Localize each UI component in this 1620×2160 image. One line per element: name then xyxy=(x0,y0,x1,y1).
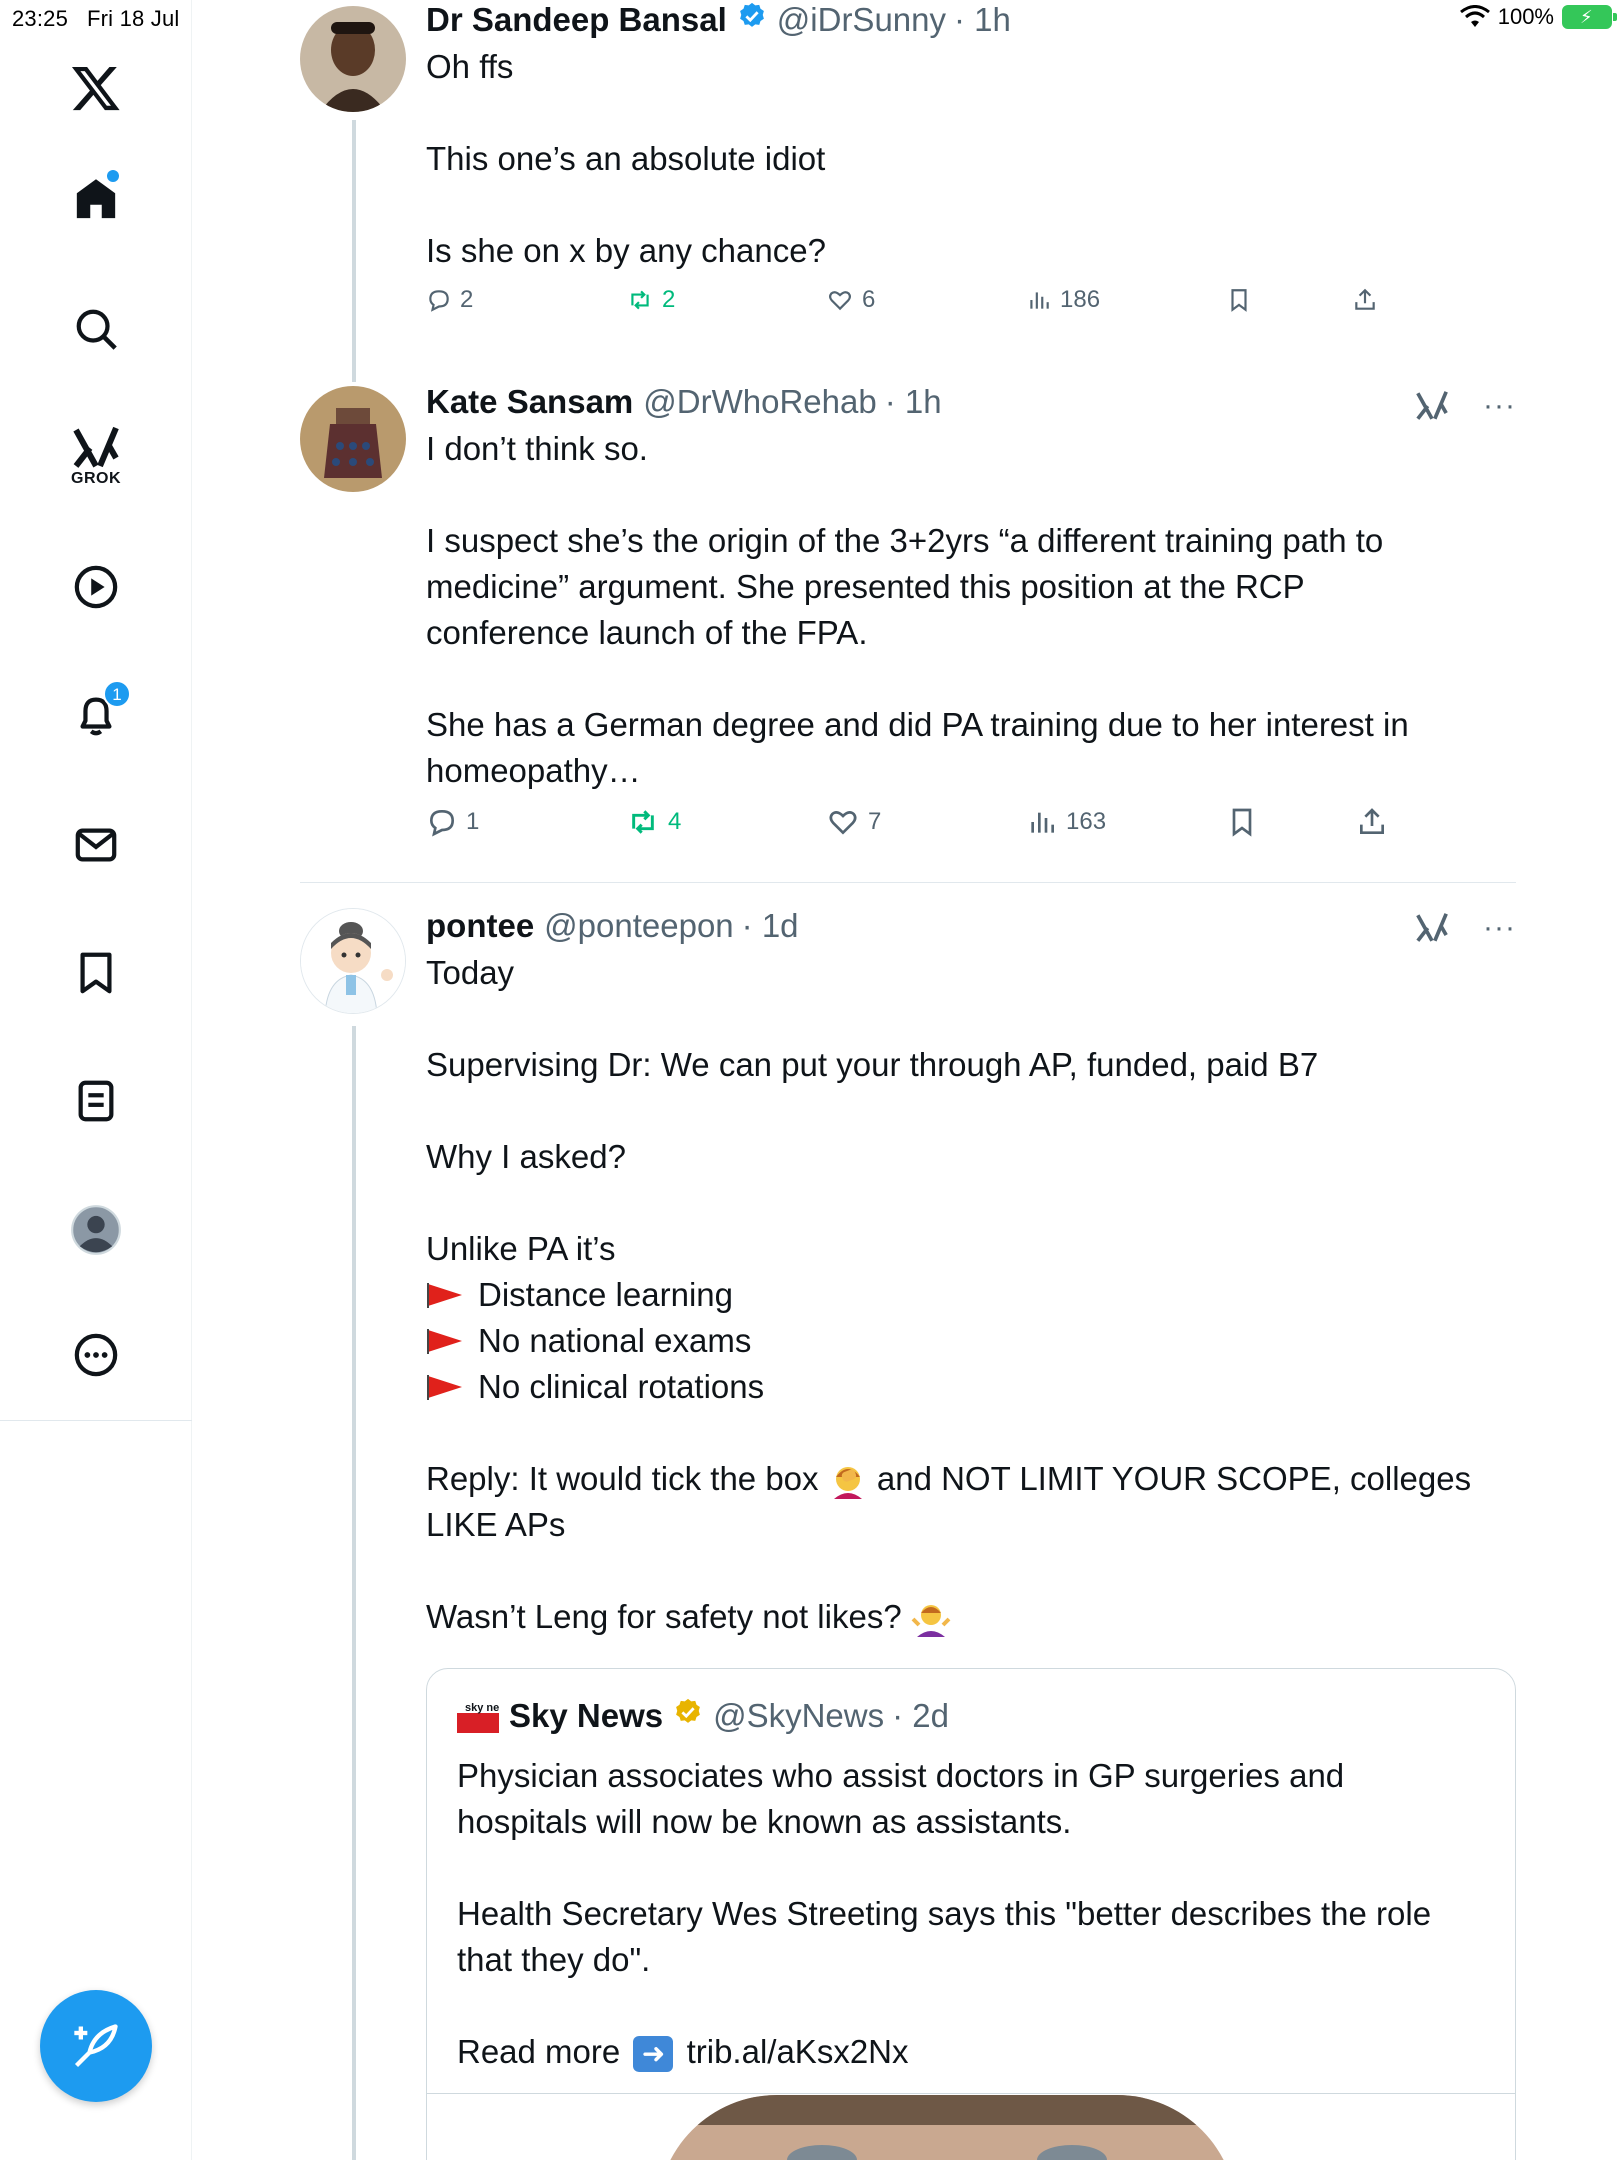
tweet-header: Dr Sandeep Bansal @iDrSunny · 1h xyxy=(426,0,1516,40)
views-icon xyxy=(1031,812,1054,833)
tweet-header: pontee @ponteepon · 1d xyxy=(426,906,1516,946)
verified-gold-badge-icon xyxy=(673,1697,703,1735)
author-handle[interactable]: @ponteepon xyxy=(544,906,734,946)
tweet-text: Oh ffs This one’s an absolute idiot Is s… xyxy=(426,48,826,269)
reply-icon xyxy=(429,809,455,837)
more-icon[interactable] xyxy=(0,1332,192,1378)
repost-icon xyxy=(631,290,649,310)
lists-icon[interactable] xyxy=(0,1078,192,1124)
quoted-tweet-header: sky news Sky News @SkyNews · 2d xyxy=(457,1697,949,1735)
svg-text:sky news: sky news xyxy=(465,1702,499,1714)
battery-icon: ⚡ xyxy=(1562,5,1617,29)
reply-button[interactable]: 2 xyxy=(426,286,626,314)
tweet-actions: 2 2 6 186 xyxy=(426,286,1516,314)
more-options-icon[interactable]: ··· xyxy=(1483,913,1516,943)
compose-icon xyxy=(74,2024,118,2068)
tweet-text: Today Supervising Dr: We can put your th… xyxy=(426,950,1516,1640)
views-count: 186 xyxy=(1060,286,1101,313)
red-flag-icon xyxy=(427,1329,462,1354)
home-unread-dot xyxy=(107,170,119,182)
notifications-badge: 1 xyxy=(103,680,131,708)
video-icon[interactable] xyxy=(0,564,192,610)
thread-line xyxy=(352,120,356,382)
grok-icon[interactable]: GROK xyxy=(0,426,192,488)
like-count: 6 xyxy=(862,286,876,313)
home-icon[interactable] xyxy=(0,170,192,222)
avatar[interactable] xyxy=(300,908,406,1014)
share-icon xyxy=(1360,808,1384,834)
grok-label: GROK xyxy=(71,470,121,487)
tweet-time[interactable]: · 1d xyxy=(742,906,799,946)
notifications-icon[interactable]: 1 xyxy=(0,680,192,738)
heart-icon xyxy=(829,811,857,835)
repost-icon xyxy=(632,810,654,834)
reply-button[interactable]: 1 xyxy=(426,806,626,838)
author-name[interactable]: Kate Sansam xyxy=(426,382,633,422)
quoted-link[interactable]: trib.al/aKsx2Nx xyxy=(687,2033,909,2070)
thread-line xyxy=(352,1026,356,2160)
repost-count: 4 xyxy=(668,808,682,835)
quoted-tweet-text: Physician associates who assist doctors … xyxy=(457,1753,1485,2075)
bookmark-icon xyxy=(1232,808,1252,837)
reply-icon xyxy=(429,290,449,312)
like-button[interactable]: 7 xyxy=(826,806,1026,838)
red-flag-icon xyxy=(427,1375,462,1400)
red-flag-icon xyxy=(427,1283,462,1308)
like-count: 7 xyxy=(868,808,882,835)
views-button[interactable]: 163 xyxy=(1026,806,1226,838)
quoted-media-divider xyxy=(427,2093,1515,2094)
share-button[interactable] xyxy=(1352,287,1378,313)
tweet-top-icons: ··· xyxy=(1415,912,1516,944)
repost-button[interactable]: 2 xyxy=(626,286,826,314)
x-logo-icon[interactable] xyxy=(0,62,192,114)
bookmark-button[interactable] xyxy=(1226,287,1352,313)
repost-count: 2 xyxy=(662,286,676,313)
quoted-tweet[interactable]: sky news Sky News @SkyNews · 2d Physicia… xyxy=(426,1668,1516,2160)
quoted-tweet-time[interactable]: · 2d xyxy=(892,1697,949,1735)
author-handle[interactable]: @DrWhoRehab xyxy=(643,382,876,422)
author-name[interactable]: Dr Sandeep Bansal xyxy=(426,0,727,40)
views-count: 163 xyxy=(1066,808,1107,835)
quoted-author-handle[interactable]: @SkyNews xyxy=(713,1697,884,1735)
views-icon xyxy=(1030,292,1049,309)
avatar[interactable] xyxy=(300,6,406,112)
sky-news-logo[interactable]: sky news xyxy=(457,1699,499,1733)
tweet-time[interactable]: · 1h xyxy=(954,0,1011,40)
facepalm-emoji-icon xyxy=(833,1467,862,1500)
grok-icon[interactable] xyxy=(1415,390,1449,422)
tweet-time[interactable]: · 1h xyxy=(885,382,942,422)
tweet-header: Kate Sansam @DrWhoRehab · 1h xyxy=(426,382,1516,422)
profile-icon[interactable] xyxy=(0,1204,192,1256)
quoted-author-name[interactable]: Sky News xyxy=(509,1697,663,1735)
verified-badge-icon xyxy=(737,0,767,40)
like-button[interactable]: 6 xyxy=(826,286,1026,314)
shrug-emoji-icon xyxy=(911,1605,951,1638)
sidebar: GROK 1 xyxy=(0,0,192,2160)
tweet-divider xyxy=(300,882,1516,883)
share-icon xyxy=(1355,288,1375,310)
grok-icon[interactable] xyxy=(1415,912,1449,944)
reply-count: 2 xyxy=(460,286,474,313)
author-name[interactable]: pontee xyxy=(426,906,534,946)
share-button[interactable] xyxy=(1356,806,1388,838)
reply-count: 1 xyxy=(466,808,480,835)
tweet-text: I don’t think so. I suspect she’s the or… xyxy=(426,430,1409,789)
sidebar-divider xyxy=(0,1420,192,1421)
bookmark-button[interactable] xyxy=(1226,806,1356,838)
more-options-icon[interactable]: ··· xyxy=(1483,391,1516,421)
author-handle[interactable]: @iDrSunny xyxy=(777,0,946,40)
bookmark-icon xyxy=(1231,289,1247,312)
repost-button[interactable]: 4 xyxy=(626,806,826,838)
search-icon[interactable] xyxy=(0,306,192,352)
bookmarks-icon[interactable] xyxy=(0,950,192,996)
compose-button[interactable] xyxy=(40,1990,152,2102)
tweet-actions: 1 4 7 163 xyxy=(426,806,1516,838)
right-arrow-icon: ➜ xyxy=(633,2036,674,2073)
heart-icon xyxy=(829,291,851,311)
quoted-media-image[interactable] xyxy=(657,2095,1237,2160)
tweet-top-icons: ··· xyxy=(1415,390,1516,422)
views-button[interactable]: 186 xyxy=(1026,286,1226,314)
messages-icon[interactable] xyxy=(0,822,192,868)
avatar[interactable] xyxy=(300,386,406,492)
